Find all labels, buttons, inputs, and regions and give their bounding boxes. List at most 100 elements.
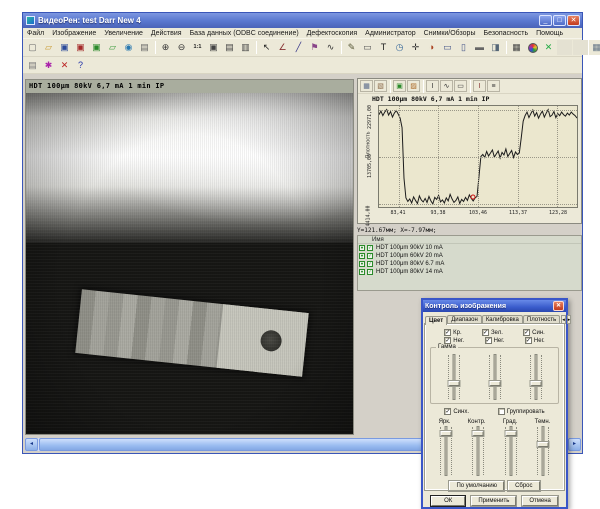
negative-checkbox-1[interactable]: ✓Нег. xyxy=(485,337,505,344)
info-icon[interactable]: ◨ xyxy=(488,40,503,55)
adjust-slider-Ярк.[interactable] xyxy=(436,425,456,477)
actual-size-icon[interactable]: 1:1 xyxy=(190,40,205,55)
open-folder-icon[interactable]: ▱ xyxy=(41,40,56,55)
menu-item-0[interactable]: Файл xyxy=(23,30,48,37)
visibility-icon[interactable]: ● xyxy=(359,253,365,259)
tab-Цвет[interactable]: Цвет xyxy=(425,316,447,325)
checkbox[interactable]: ✓ xyxy=(523,329,530,336)
zoom-in-icon[interactable]: ⊕ xyxy=(158,40,173,55)
plot-table-icon[interactable]: ▦ xyxy=(360,80,373,92)
list-item[interactable]: ●✓HDT 100μm 80kV 6.7 mA xyxy=(358,260,581,268)
tile-vertical-icon[interactable]: ▥ xyxy=(238,40,253,55)
visibility-icon[interactable]: ● xyxy=(359,261,365,267)
gamma-slider-1[interactable] xyxy=(485,353,505,401)
save-green-icon[interactable]: ▣ xyxy=(89,40,104,55)
slider-thumb[interactable] xyxy=(441,431,452,436)
negative-checkbox-0[interactable]: ✓Нег. xyxy=(444,337,464,344)
blank-slot2-icon[interactable] xyxy=(573,40,588,55)
profile-tool-icon[interactable]: ∿ xyxy=(323,40,338,55)
tab-Калибровка[interactable]: Калибровка xyxy=(482,315,523,324)
plot-levels-icon[interactable]: ≡ xyxy=(487,80,500,92)
crosshair-icon[interactable]: ✛ xyxy=(408,40,423,55)
film-icon[interactable]: ▦ xyxy=(509,40,524,55)
checkbox[interactable]: ✓ xyxy=(525,337,532,344)
plot-area[interactable] xyxy=(378,105,578,208)
delete-icon[interactable]: ✕ xyxy=(57,58,72,73)
tab-Диапазон[interactable]: Диапазон xyxy=(447,315,482,324)
scroll-right-icon[interactable]: ▸ xyxy=(568,438,581,451)
globe-icon[interactable]: ◉ xyxy=(121,40,136,55)
tile-horizontal-icon[interactable]: ▤ xyxy=(222,40,237,55)
line-measure-icon[interactable]: ╱ xyxy=(291,40,306,55)
plot-profile-icon[interactable]: ∿ xyxy=(440,80,453,92)
xray-image[interactable] xyxy=(26,93,353,434)
export-folder-icon[interactable]: ▱ xyxy=(105,40,120,55)
plot-palette-icon[interactable]: ▨ xyxy=(407,80,420,92)
paste-region-icon[interactable]: ▯ xyxy=(456,40,471,55)
pencil-icon[interactable]: ✎ xyxy=(344,40,359,55)
apply-button[interactable]: Применить xyxy=(471,496,516,506)
save-icon[interactable]: ▣ xyxy=(57,40,72,55)
grid-icon[interactable]: ▦ xyxy=(589,40,600,55)
channel-checkbox-Кр.[interactable]: ✓Кр. xyxy=(444,329,462,336)
list-item[interactable]: ●✓HDT 100μm 60kV 20 mA xyxy=(358,252,581,260)
plot-range-icon[interactable]: ▭ xyxy=(454,80,467,92)
slider-thumb[interactable] xyxy=(530,381,541,386)
visibility-icon[interactable]: ● xyxy=(359,269,365,275)
scroll-left-icon[interactable]: ◂ xyxy=(25,438,38,451)
plot-marker-icon[interactable]: I xyxy=(473,80,486,92)
angle-measure-icon[interactable]: ∠ xyxy=(275,40,290,55)
list-item[interactable]: ●✓HDT 100μm 80kV 14 mA xyxy=(358,268,581,276)
negative-checkbox-2[interactable]: ✓Нег. xyxy=(525,337,545,344)
checkbox[interactable]: ✓ xyxy=(444,408,451,415)
print-icon[interactable]: ▤ xyxy=(137,40,152,55)
text-tool-icon[interactable]: T xyxy=(376,40,391,55)
checkbox[interactable]: ✓ xyxy=(444,329,451,336)
channel-checkbox-Зел.[interactable]: ✓Зел. xyxy=(482,329,503,336)
cancel-button[interactable]: Отмена xyxy=(522,496,558,506)
slider-thumb[interactable] xyxy=(473,431,484,436)
plot-chart-icon[interactable]: ▧ xyxy=(374,80,387,92)
option-checkbox-Группировать[interactable]: Группировать xyxy=(498,408,545,415)
minus-icon[interactable]: ▬ xyxy=(472,40,487,55)
menu-item-9[interactable]: Помощь xyxy=(532,30,567,37)
close-button[interactable]: ✕ xyxy=(567,15,580,26)
menu-item-8[interactable]: Безопасность xyxy=(479,30,532,37)
menu-item-5[interactable]: Дефектоскопия xyxy=(303,30,361,37)
dialog-title-bar[interactable]: Контроль изображения ✕ xyxy=(423,300,566,312)
plot-marker-point[interactable] xyxy=(471,194,476,199)
slider-thumb[interactable] xyxy=(489,381,500,386)
maximize-button[interactable]: □ xyxy=(553,15,566,26)
clock-icon[interactable]: ◷ xyxy=(392,40,407,55)
adjust-slider-Град.[interactable] xyxy=(501,425,521,477)
defect-tool-icon[interactable]: ✱ xyxy=(41,58,56,73)
visibility-icon[interactable]: ● xyxy=(359,245,365,251)
new-file-icon[interactable]: ▢ xyxy=(25,40,40,55)
list-item[interactable]: ●✓HDT 100μm 90kV 10 mA xyxy=(358,244,581,252)
adjust-slider-Темн.[interactable] xyxy=(533,425,553,477)
dialog-close-icon[interactable]: ✕ xyxy=(553,301,564,311)
checkbox[interactable]: ✓ xyxy=(444,337,451,344)
blank-slot-icon[interactable] xyxy=(557,40,572,55)
palette-icon[interactable] xyxy=(525,40,540,55)
zoom-out-icon[interactable]: ⊖ xyxy=(174,40,189,55)
ok-button[interactable]: ОК xyxy=(431,496,465,506)
page-preview-icon[interactable]: ▤ xyxy=(25,58,40,73)
reset-button[interactable]: Сброс xyxy=(508,481,539,491)
tab-Плотность[interactable]: Плотность xyxy=(523,315,560,324)
checkbox[interactable]: ✓ xyxy=(485,337,492,344)
slider-thumb[interactable] xyxy=(448,381,459,386)
color-channels-icon[interactable]: ✕ xyxy=(541,40,556,55)
flag-icon[interactable]: ⚑ xyxy=(307,40,322,55)
menu-item-7[interactable]: Снимки/Обзоры xyxy=(420,30,480,37)
gamma-slider-0[interactable] xyxy=(444,353,464,401)
contrast-icon[interactable]: ◑ xyxy=(424,40,439,55)
checkbox[interactable]: ✓ xyxy=(482,329,489,336)
plot-cursor-icon[interactable]: I xyxy=(426,80,439,92)
title-bar[interactable]: ВидеоРен: test Darr New 4 _□✕ xyxy=(23,13,582,28)
help-icon[interactable]: ? xyxy=(73,58,88,73)
region-icon[interactable]: ▭ xyxy=(360,40,375,55)
adjust-slider-Контр.[interactable] xyxy=(468,425,488,477)
slider-thumb[interactable] xyxy=(537,442,548,447)
copy-region-icon[interactable]: ▭ xyxy=(440,40,455,55)
